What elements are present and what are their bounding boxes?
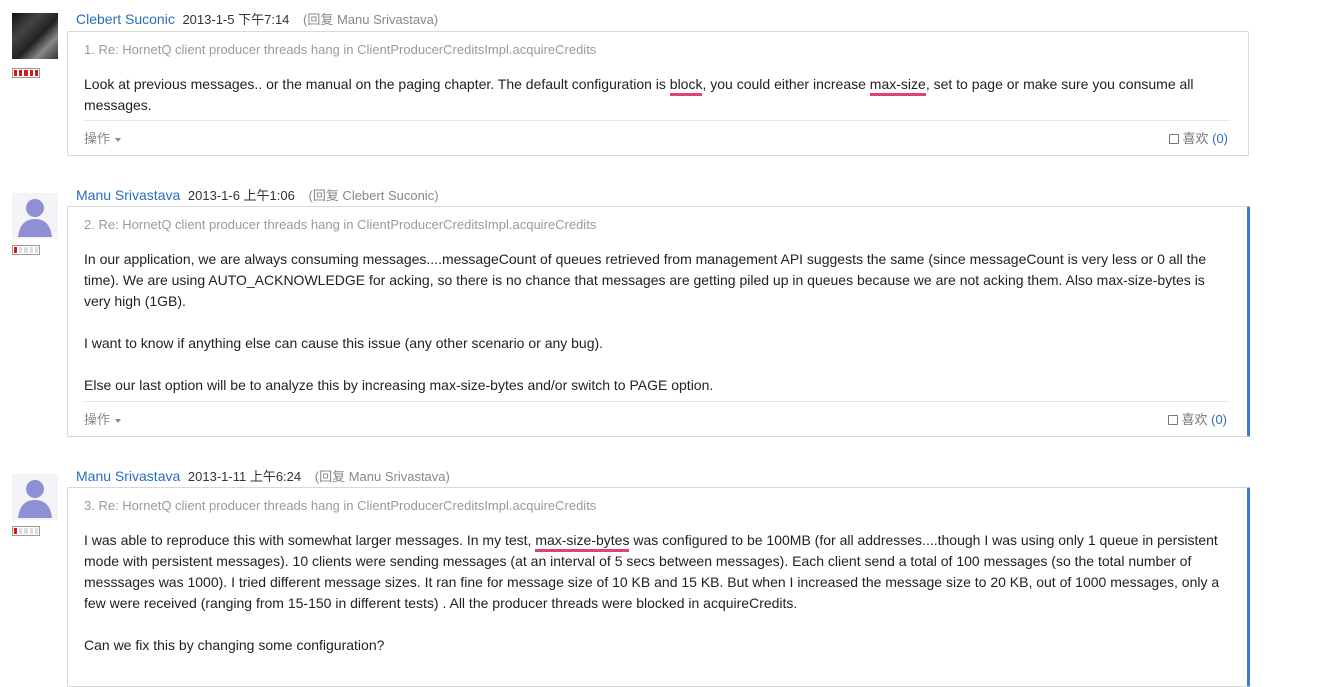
- author-link[interactable]: Clebert Suconic: [76, 11, 175, 27]
- post-body: Look at previous messages.. or the manua…: [84, 76, 1194, 113]
- paragraph: Can we fix this by changing some configu…: [84, 637, 385, 653]
- post-meta: Manu Srivastava 2013-1-6 上午1:06 (回复 Cleb…: [76, 187, 439, 204]
- actions-menu[interactable]: 操作: [84, 409, 122, 428]
- like-count[interactable]: (0): [1212, 131, 1228, 146]
- author-link[interactable]: Manu Srivastava: [76, 468, 180, 484]
- like-button[interactable]: 喜欢 (0): [1168, 409, 1227, 428]
- actions-label: 操作: [84, 412, 111, 427]
- highlight-max-size-bytes: max-size-bytes: [535, 532, 630, 552]
- user-silhouette-icon: [18, 480, 52, 518]
- user-silhouette-icon: [18, 199, 52, 237]
- post-meta: Clebert Suconic 2013-1-5 下午7:14 (回复 Manu…: [76, 11, 438, 28]
- post-meta: Manu Srivastava 2013-1-11 上午6:24 (回复 Man…: [76, 468, 450, 485]
- paragraph: Else our last option will be to analyze …: [84, 377, 714, 393]
- thumbs-up-icon: [1168, 415, 1179, 425]
- avatar[interactable]: [12, 474, 58, 520]
- paragraph: I want to know if anything else can caus…: [84, 335, 604, 351]
- rank-meter: [12, 526, 40, 536]
- post-card: 2. Re: HornetQ client producer threads h…: [67, 206, 1250, 437]
- reply-to[interactable]: (回复 Manu Srivastava): [315, 469, 450, 484]
- post-subject: 2. Re: HornetQ client producer threads h…: [84, 217, 597, 232]
- avatar[interactable]: [12, 13, 58, 59]
- divider: [84, 401, 1229, 402]
- post-subject: 3. Re: HornetQ client producer threads h…: [84, 498, 597, 513]
- post-card: 3. Re: HornetQ client producer threads h…: [67, 487, 1250, 687]
- actions-menu[interactable]: 操作: [84, 128, 122, 147]
- avatar[interactable]: [12, 193, 58, 239]
- rank-meter: [12, 68, 40, 78]
- post-body: I was able to reproduce this with somewh…: [84, 530, 1229, 677]
- actions-label: 操作: [84, 131, 111, 146]
- post-date: 2013-1-11 上午6:24: [187, 469, 302, 484]
- chevron-down-icon: [115, 137, 122, 142]
- rank-meter: [12, 245, 40, 255]
- like-count[interactable]: (0): [1211, 412, 1227, 427]
- post-date: 2013-1-5 下午7:14: [182, 12, 290, 27]
- post-body: In our application, we are always consum…: [84, 249, 1229, 417]
- post-date: 2013-1-6 上午1:06: [187, 188, 295, 203]
- like-label: 喜欢: [1182, 131, 1209, 146]
- highlight-block: block: [669, 76, 703, 96]
- divider: [84, 120, 1230, 121]
- reply-to[interactable]: (回复 Manu Srivastava): [303, 12, 438, 27]
- highlight-max-size: max-size: [869, 76, 926, 96]
- post-card: 1. Re: HornetQ client producer threads h…: [67, 31, 1249, 156]
- reply-to[interactable]: (回复 Clebert Suconic): [308, 188, 438, 203]
- chevron-down-icon: [115, 418, 122, 423]
- paragraph: In our application, we are always consum…: [84, 251, 1207, 309]
- like-button[interactable]: 喜欢 (0): [1169, 128, 1228, 147]
- thumbs-up-icon: [1169, 134, 1180, 144]
- post-subject: 1. Re: HornetQ client producer threads h…: [84, 42, 597, 57]
- like-label: 喜欢: [1181, 412, 1208, 427]
- author-link[interactable]: Manu Srivastava: [76, 187, 180, 203]
